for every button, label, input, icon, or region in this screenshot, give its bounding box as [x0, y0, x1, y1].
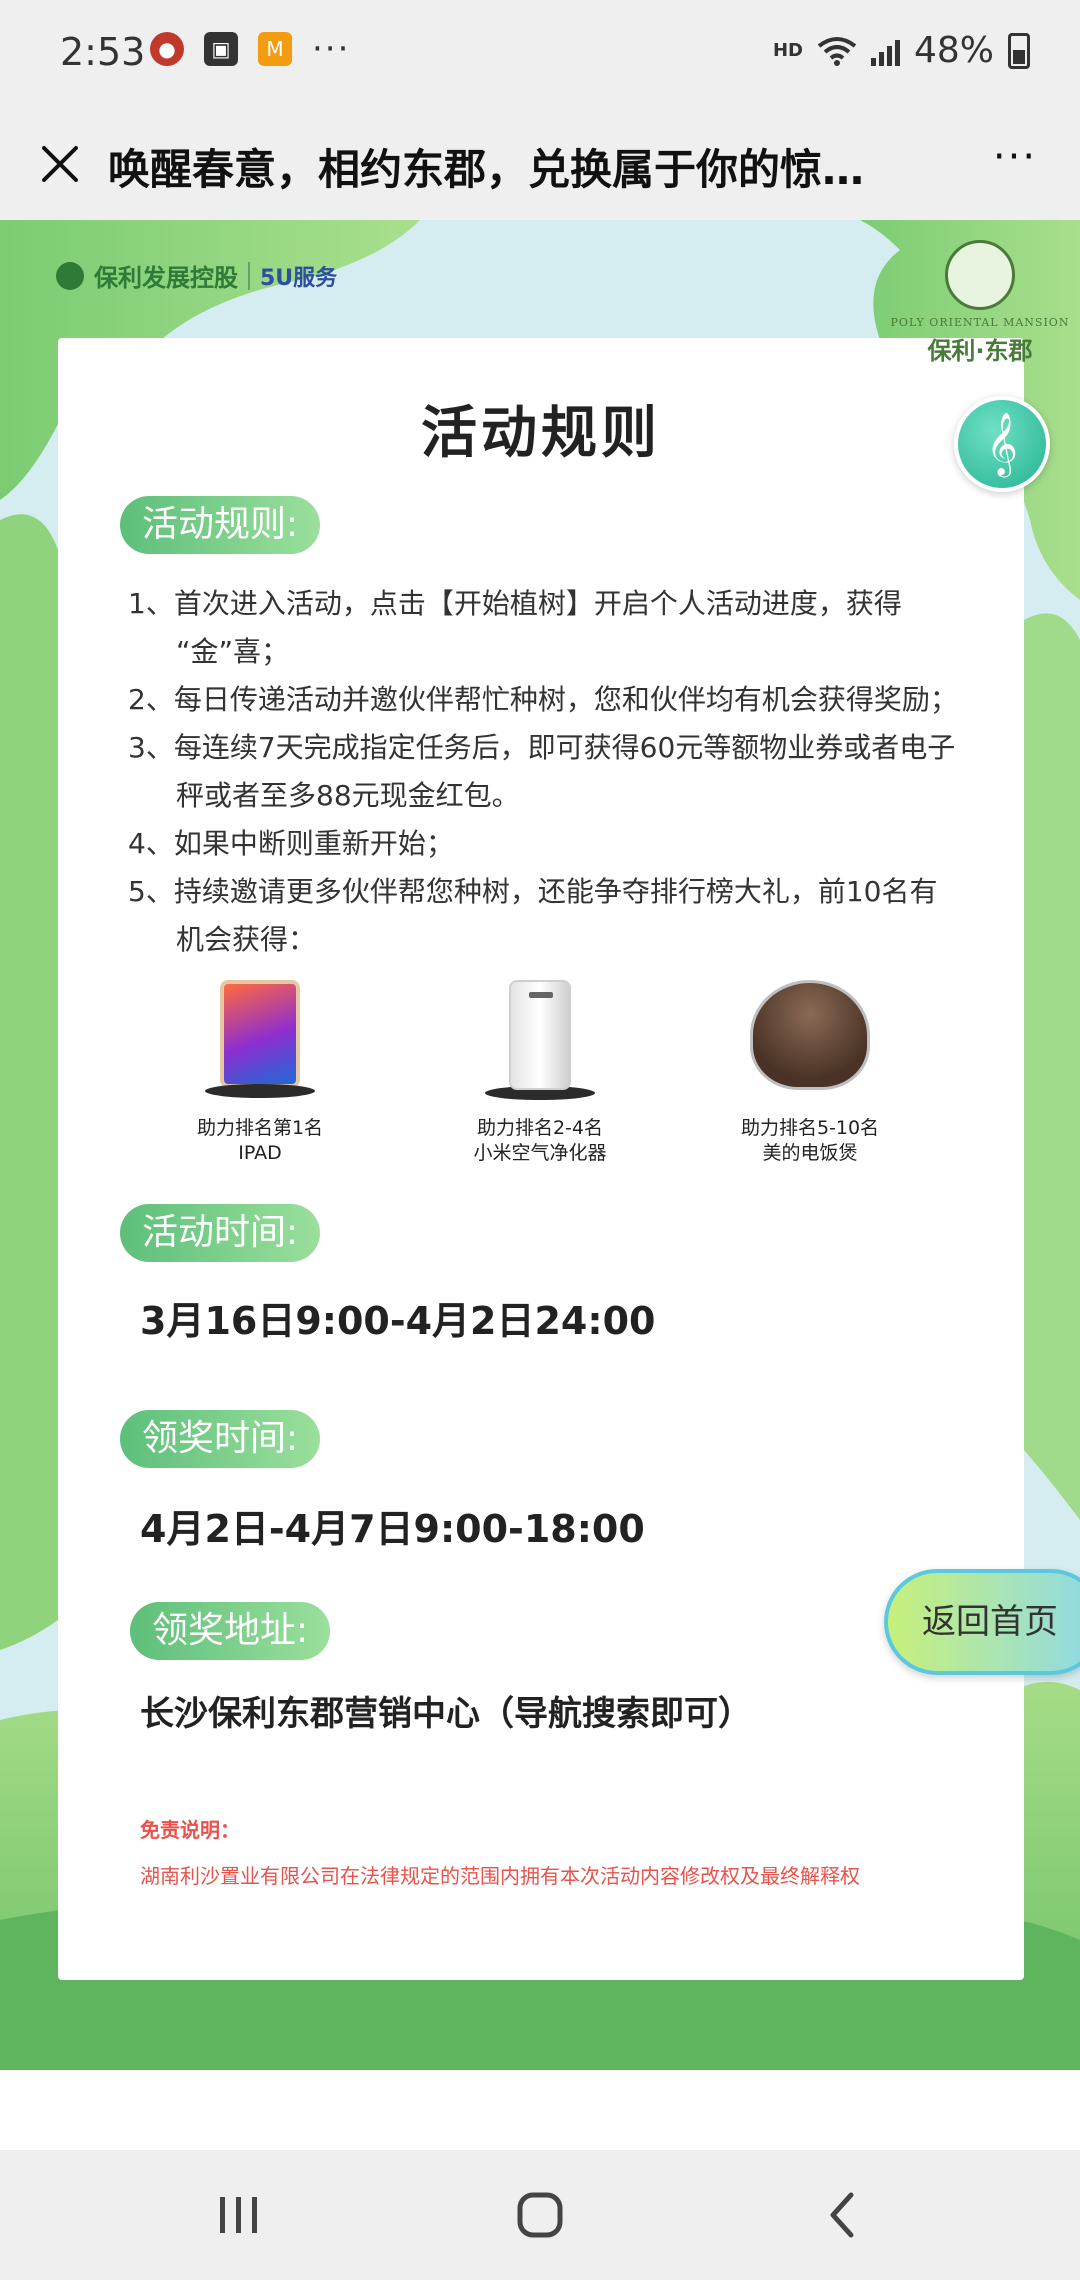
ipad-image: [160, 980, 360, 1106]
more-options-button[interactable]: ···: [980, 134, 1050, 194]
signal-icon: [870, 36, 900, 66]
mansion-seal-icon: [945, 240, 1015, 310]
prize-rank: 助力排名2-4名: [476, 1117, 604, 1139]
award-address-value: 长沙保利东郡营销中心（导航搜索即可）: [140, 1694, 752, 1734]
prize-item: 助力排名2-4名 小米空气净化器: [440, 980, 640, 1166]
battery-icon: [1008, 32, 1030, 69]
mango-tv-icon: M: [258, 32, 292, 66]
rule-3-cont: 秤或者至多88元现金红包。: [176, 779, 520, 812]
prize-name: 小米空气净化器: [473, 1142, 607, 1164]
brand-left-name: 保利发展控股: [94, 264, 238, 292]
close-button[interactable]: [30, 134, 90, 194]
home-nav-button[interactable]: [495, 2180, 585, 2250]
rules-section-label: 活动规则:: [120, 496, 321, 554]
brand-right-cn: 保利·东郡: [927, 337, 1033, 365]
home-icon: [517, 2192, 563, 2238]
activity-time-value: 3月16日9:00-4月2日24:00: [140, 1299, 656, 1343]
brand-divider: [248, 261, 250, 290]
brand-right-en: POLY ORIENTAL MANSION: [890, 316, 1070, 329]
status-notification-icons: ● ▣ M ···: [150, 29, 351, 69]
prize-item: 助力排名5-10名 美的电饭煲: [710, 980, 910, 1166]
disclaimer-text: 湖南利沙置业有限公司在法律规定的范围内拥有本次活动内容修改权及最终解释权: [140, 1864, 860, 1888]
gecko-app-icon: ●: [150, 32, 184, 66]
air-purifier-image: [440, 980, 640, 1106]
webview-title-bar: 唤醒春意，相约东郡，兑换属于你的惊… ···: [0, 110, 1080, 220]
rule-3: 3、每连续7天完成指定任务后，即可获得60元等额物业券或者电子: [128, 731, 956, 764]
page-title: 活动规则: [421, 401, 661, 466]
rule-5: 5、持续邀请更多伙伴帮您种树，还能争夺排行榜大礼，前10名有: [128, 875, 938, 908]
award-time-value: 4月2日-4月7日9:00-18:00: [140, 1507, 645, 1551]
back-home-button[interactable]: 返回首页: [884, 1569, 1080, 1675]
status-bar: 2:53 ● ▣ M ··· HD 48%: [0, 0, 1080, 110]
system-navigation-bar: [0, 2150, 1080, 2280]
poly-logo-icon: [56, 261, 84, 290]
close-icon: [42, 146, 78, 182]
rice-cooker-image: [710, 980, 910, 1106]
rule-5-cont: 机会获得：: [176, 923, 317, 956]
disclaimer-title: 免责说明：: [140, 1818, 240, 1842]
poly-development-brand: 保利发展控股 5U服务: [56, 258, 337, 293]
wifi-icon: [817, 36, 857, 66]
award-time-label: 领奖时间:: [120, 1410, 321, 1468]
prize-name: IPAD: [238, 1142, 282, 1164]
recent-apps-button[interactable]: [194, 2180, 284, 2250]
prize-rank: 助力排名5-10名: [740, 1117, 880, 1139]
rule-1-cont: “金”喜；: [176, 635, 290, 668]
status-time: 2:53: [60, 30, 146, 74]
back-icon: [830, 2192, 854, 2238]
prize-name: 美的电饭煲: [762, 1142, 858, 1164]
poly-oriental-mansion-brand: POLY ORIENTAL MANSION 保利·东郡: [890, 240, 1070, 366]
activity-page: 保利发展控股 5U服务 POLY ORIENTAL MANSION 保利·东郡 …: [0, 220, 1080, 2070]
page-title-bar-text: 唤醒春意，相约东郡，兑换属于你的惊…: [108, 145, 865, 194]
brand-service-name: 5U服务: [260, 265, 338, 291]
rules-list: 1、首次进入活动，点击【开始植树】开启个人活动进度，获得 “金”喜； 2、每日传…: [128, 580, 1008, 964]
status-right-group: HD 48%: [773, 30, 1030, 71]
rule-4: 4、如果中断则重新开始；: [128, 827, 454, 860]
rule-1: 1、首次进入活动，点击【开始植树】开启个人活动进度，获得: [128, 587, 902, 620]
recent-apps-icon: [220, 2197, 257, 2233]
back-nav-button[interactable]: [798, 2180, 888, 2250]
gallery-icon: ▣: [204, 32, 238, 66]
battery-percent: 48%: [913, 30, 994, 71]
prize-item: 助力排名第1名 IPAD: [160, 980, 360, 1166]
hd-badge: HD: [772, 40, 803, 61]
prize-rank: 助力排名第1名: [196, 1117, 324, 1139]
prize-list: 助力排名第1名 IPAD 助力排名2-4名 小米空气净化器 助力排名5-10名 …: [160, 980, 980, 1190]
award-address-label: 领奖地址:: [130, 1602, 331, 1660]
activity-time-label: 活动时间:: [120, 1204, 321, 1262]
rule-2: 2、每日传递活动并邀伙伴帮忙种树，您和伙伴均有机会获得奖励；: [128, 683, 958, 716]
more-notifications-icon: ···: [312, 29, 351, 69]
